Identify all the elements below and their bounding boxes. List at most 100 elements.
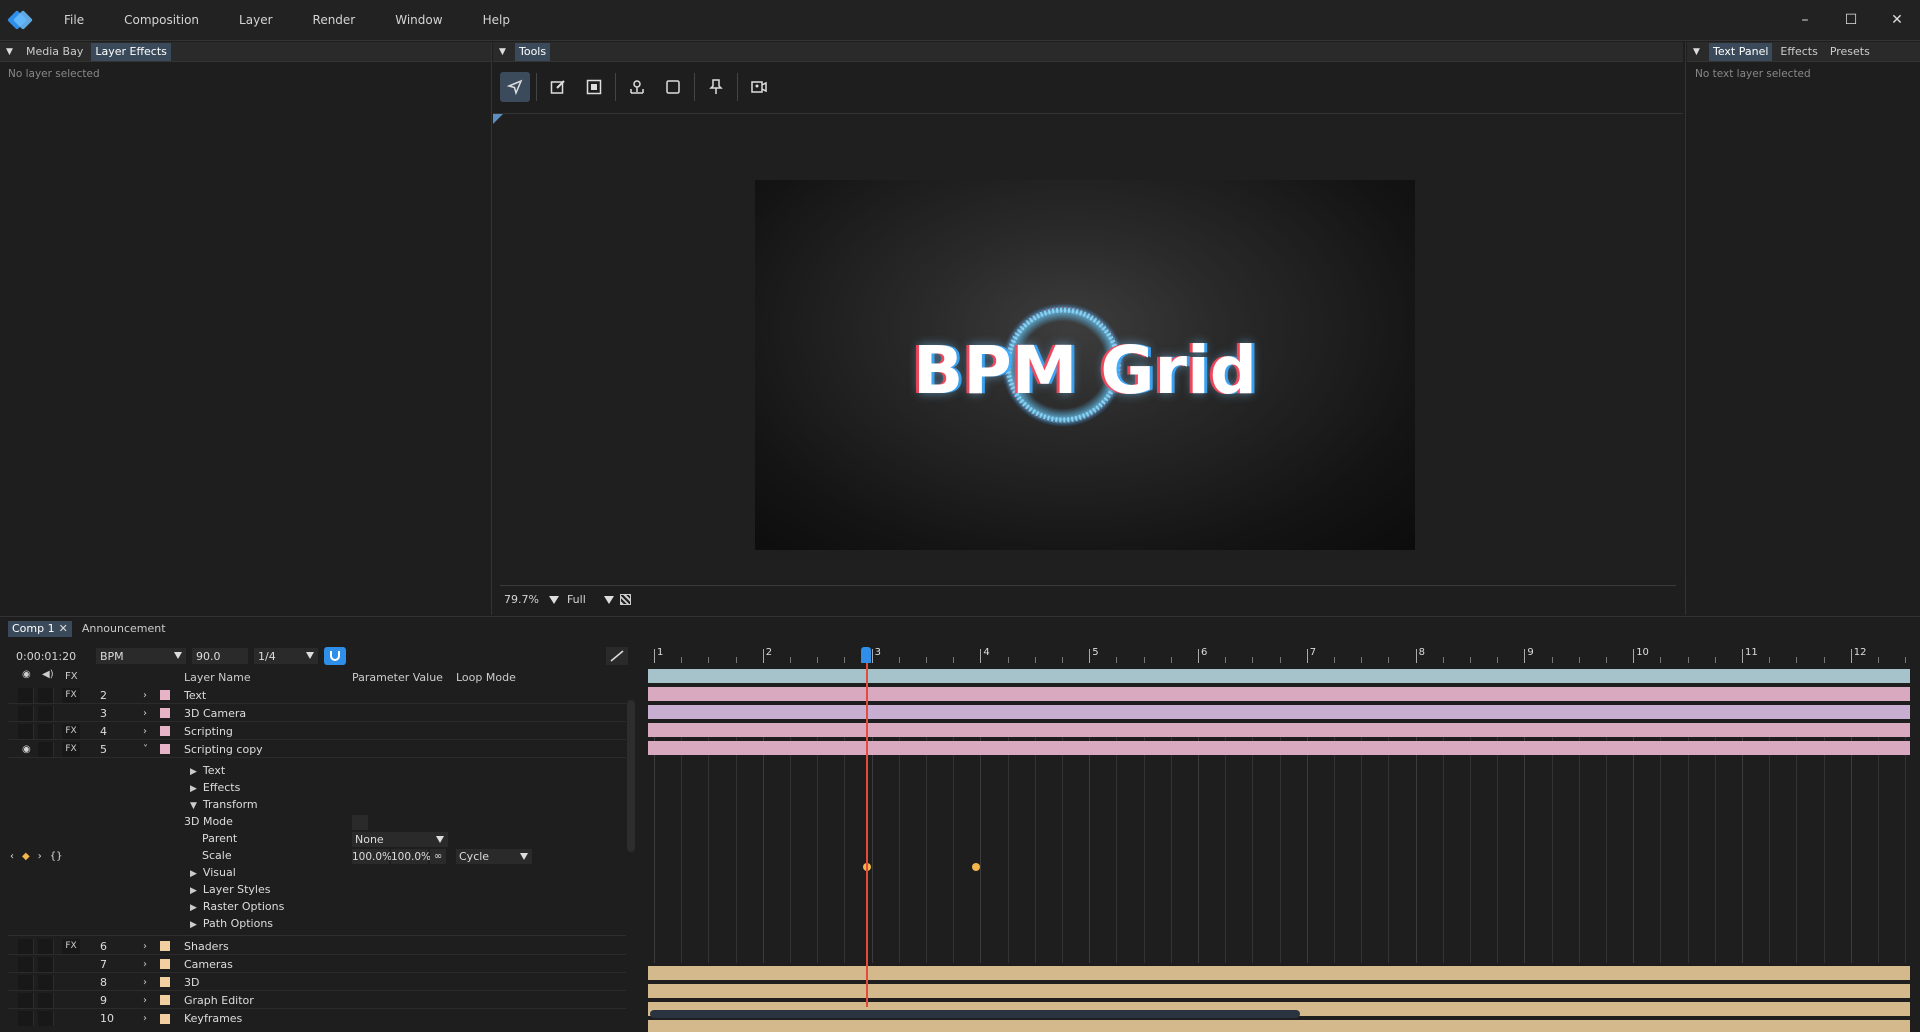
layer-color-swatch[interactable] [160,995,170,1005]
fx-badge[interactable]: FX [62,687,80,703]
parent-select[interactable]: None [352,832,448,847]
camera-tool-button[interactable] [744,72,774,102]
layer-color-swatch[interactable] [160,959,170,969]
prev-keyframe-icon[interactable]: ‹ [10,851,14,862]
layer-row-expanded[interactable]: ◉ FX 5 ˅ Scripting copy [8,741,626,758]
layer-row[interactable]: FX 4 › Scripting [8,723,626,740]
track-bar[interactable] [648,669,1910,683]
close-icon[interactable]: ✕ [59,621,68,637]
prop-path-options[interactable]: ▶ Path Options [190,917,273,930]
quality-value[interactable]: Full [567,593,586,606]
next-keyframe-icon[interactable]: › [38,851,42,862]
splitter[interactable] [491,42,492,615]
layer-row[interactable]: 10 › Keyframes [8,1010,626,1027]
loop-mode-select[interactable]: Cycle [456,849,532,864]
select-tool-button[interactable] [500,72,530,102]
menu-help[interactable]: Help [463,0,530,41]
tab-announcement[interactable]: Announcement [78,621,170,637]
menu-layer[interactable]: Layer [219,0,292,41]
bpm-field[interactable]: 90.0 [192,648,248,664]
layer-color-swatch[interactable] [160,977,170,987]
add-keyframe-icon[interactable]: ◆ [22,851,30,862]
scale-y-field[interactable]: 100.0% [391,849,431,864]
layer-row[interactable]: 7 › Cameras [8,956,626,973]
splitter[interactable] [1685,42,1686,615]
layer-row[interactable]: FX 2 › Text [8,687,626,704]
maximize-button[interactable]: ☐ [1828,0,1874,41]
panel-menu-icon[interactable]: ▼ [499,47,511,57]
tab-text-panel[interactable]: Text Panel [1709,42,1773,61]
zoom-dropdown-icon[interactable] [548,595,559,604]
composition-preview[interactable]: BPM Grid [755,180,1415,550]
layer-list-scrollbar[interactable] [627,700,635,852]
layer-row[interactable]: FX 6 › Shaders [8,938,626,955]
tab-media-bay[interactable]: Media Bay [22,43,87,61]
menu-composition[interactable]: Composition [104,0,219,41]
time-ruler[interactable]: 1 2 3 4 5 6 7 8 9 10 11 12 [648,647,1912,665]
tab-effects[interactable]: Effects [1776,43,1821,61]
prop-transform[interactable]: ▼ Transform [190,798,258,811]
track-bar[interactable] [648,723,1910,737]
timecode[interactable]: 0:00:01:20 [0,650,80,663]
mode-select[interactable]: BPM [96,648,186,664]
minimize-button[interactable]: – [1782,0,1828,41]
track-bar[interactable] [648,741,1910,755]
layer-row[interactable]: 8 › 3D [8,974,626,991]
close-window-button[interactable]: ✕ [1874,0,1920,41]
layer-color-swatch[interactable] [160,708,170,718]
chevron-right-icon[interactable]: › [143,726,147,737]
layer-color-swatch[interactable] [160,744,170,754]
timeline-hscroll[interactable] [650,1010,1300,1018]
layer-color-swatch[interactable] [160,690,170,700]
chevron-right-icon[interactable]: › [143,1013,147,1024]
prop-layer-styles[interactable]: ▶ Layer Styles [190,883,270,896]
division-select[interactable]: 1/4 [254,648,318,664]
fx-badge[interactable]: FX [62,723,80,739]
chevron-right-icon[interactable]: › [143,690,147,701]
prop-raster-options[interactable]: ▶ Raster Options [190,900,284,913]
layer-color-swatch[interactable] [160,941,170,951]
track-bar[interactable] [648,705,1910,719]
graph-editor-button[interactable] [606,647,628,665]
panel-menu-icon[interactable]: ▼ [1693,47,1705,57]
layer-color-swatch[interactable] [160,726,170,736]
chevron-right-icon[interactable]: › [143,941,147,952]
rectangle-tool-button[interactable] [658,72,688,102]
scale-link-toggle[interactable]: ∞ [430,849,446,864]
menu-render[interactable]: Render [293,0,376,41]
layer-row[interactable]: 9 › Graph Editor [8,992,626,1009]
track-bar[interactable] [648,966,1910,980]
timeline-tracks[interactable]: 1 2 3 4 5 6 7 8 9 10 11 12 [648,647,1912,1032]
anchor-tool-button[interactable] [622,72,652,102]
transparency-grid-icon[interactable] [619,594,631,605]
tab-presets[interactable]: Presets [1826,43,1874,61]
track-bar[interactable] [648,687,1910,701]
chevron-right-icon[interactable]: › [143,959,147,970]
tab-tools[interactable]: Tools [515,42,551,61]
layer-row[interactable]: 3 › 3D Camera [8,705,626,722]
fx-badge[interactable]: FX [62,741,80,757]
chevron-right-icon[interactable]: › [143,995,147,1006]
playhead-handle[interactable] [861,647,871,663]
expression-icon[interactable]: {} [50,851,63,862]
snap-toggle[interactable] [324,647,346,665]
menu-file[interactable]: File [44,0,104,41]
quality-dropdown-icon[interactable] [603,595,614,604]
track-bar[interactable] [648,1020,1910,1032]
chevron-down-icon[interactable]: ˅ [143,744,148,755]
layer-color-swatch[interactable] [160,1013,170,1024]
track-bar[interactable] [648,984,1910,998]
menu-window[interactable]: Window [375,0,462,41]
fx-badge[interactable]: FX [62,938,80,954]
tab-layer-effects[interactable]: Layer Effects [91,42,171,61]
mask-tool-button[interactable] [579,72,609,102]
zoom-value[interactable]: 79.7% [504,593,539,606]
panel-menu-icon[interactable]: ▼ [6,47,18,57]
pin-tool-button[interactable] [701,72,731,102]
edit-tool-button[interactable] [543,72,573,102]
prop-effects[interactable]: ▶ Effects [190,781,240,794]
3d-mode-checkbox[interactable] [352,815,368,830]
prop-visual[interactable]: ▶ Visual [190,866,236,879]
scale-keyframe[interactable] [972,863,980,871]
chevron-right-icon[interactable]: › [143,977,147,988]
